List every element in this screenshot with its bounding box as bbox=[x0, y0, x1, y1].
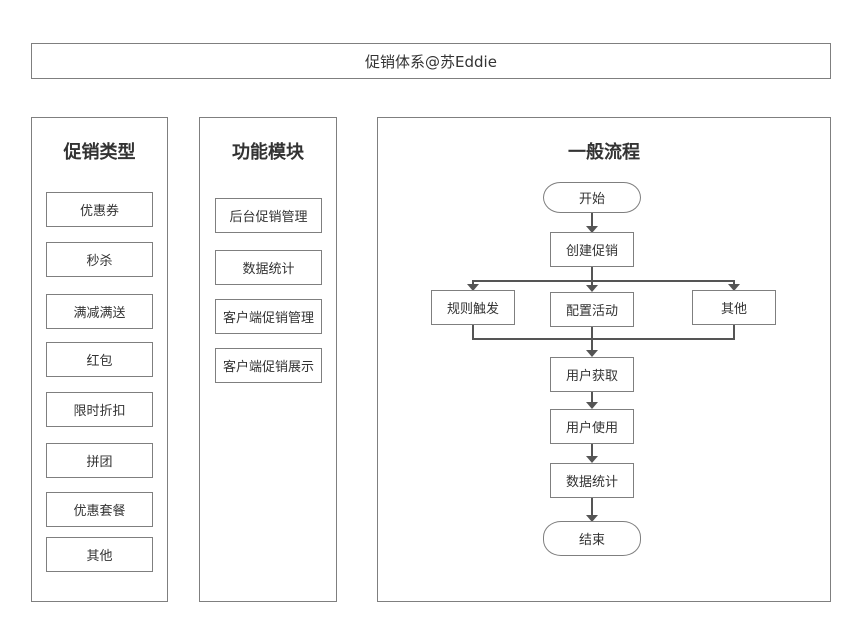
arrow-head bbox=[586, 402, 598, 409]
flow-branch-other: 其他 bbox=[692, 290, 776, 325]
arrow-head bbox=[586, 456, 598, 463]
flow-stats: 数据统计 bbox=[550, 463, 634, 498]
connector bbox=[472, 280, 735, 285]
arrow-head bbox=[586, 285, 598, 292]
flow-branch-rule-trigger: 规则触发 bbox=[431, 290, 515, 325]
flow-branch-config-activity: 配置活动 bbox=[550, 292, 634, 327]
flow-start: 开始 bbox=[543, 182, 641, 213]
flow-create-promo: 创建促销 bbox=[550, 232, 634, 267]
flow-user-use: 用户使用 bbox=[550, 409, 634, 444]
flow-end: 结束 bbox=[543, 521, 641, 556]
flow-user-acquire: 用户获取 bbox=[550, 357, 634, 392]
arrow-head bbox=[586, 350, 598, 357]
